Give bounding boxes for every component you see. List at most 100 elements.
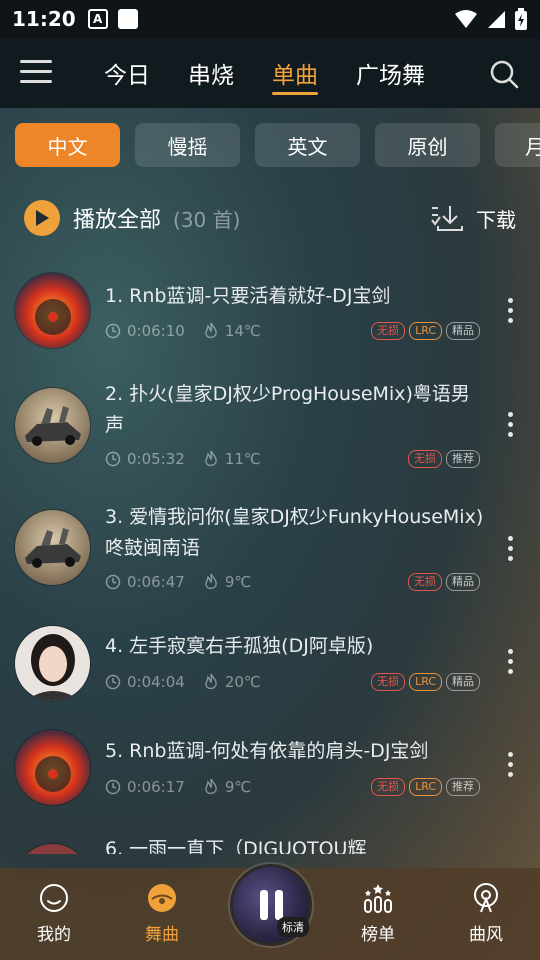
radio-icon [474, 883, 498, 913]
clock-icon [105, 779, 121, 795]
tag-recommended: 推荐 [446, 778, 480, 796]
notification-blank-icon [117, 9, 138, 29]
tag-lrc: LRC [409, 673, 442, 691]
song-duration: 0:06:47 [127, 573, 185, 591]
clock-icon [105, 451, 121, 467]
chip-english[interactable]: 英文 [255, 123, 360, 167]
nav-tabs: 今日 串烧 单曲 广场舞 [104, 38, 463, 108]
tab-genres[interactable]: 曲风 [436, 882, 536, 945]
tab-dance-music-label: 舞曲 [145, 925, 179, 945]
song-title: 2. 扑火(皇家DJ权少ProgHouseMix)粤语男声 [105, 383, 470, 436]
song-item[interactable]: 1. Rnb蓝调-只要活着就好-DJ宝剑 0:06:10 14℃ 无损 LRC … [0, 258, 540, 364]
download-button[interactable]: 下载 [430, 204, 516, 233]
chip-more[interactable]: 月 [495, 123, 540, 167]
song-heat: 14℃ [224, 322, 261, 340]
now-playing-disc[interactable]: 标清 [230, 864, 312, 946]
status-bar: 11:20 A [0, 0, 540, 38]
tab-today[interactable]: 今日 [104, 38, 150, 108]
tab-mine-label: 我的 [37, 925, 71, 945]
battery-icon [515, 8, 527, 30]
tab-genres-label: 曲风 [469, 925, 503, 945]
song-cover-portrait [15, 844, 90, 854]
song-count: (30 首) [173, 207, 241, 232]
category-chips: 中文 慢摇 英文 原创 月 [15, 123, 540, 169]
tab-charts[interactable]: 榜单 [328, 882, 428, 945]
wifi-icon [455, 10, 477, 28]
song-list: 1. Rnb蓝调-只要活着就好-DJ宝剑 0:06:10 14℃ 无损 LRC … [0, 258, 540, 854]
flame-icon [205, 573, 217, 590]
song-item[interactable]: 2. 扑火(皇家DJ权少ProgHouseMix)粤语男声 0:05:32 11… [0, 364, 540, 480]
song-item[interactable]: 3. 爱情我问你(皇家DJ权少FunkyHouseMix)咚鼓闽南语 0:06:… [0, 480, 540, 612]
song-heat: 9℃ [224, 573, 252, 591]
song-meta: 0:06:17 9℃ 无损 LRC 推荐 [105, 775, 480, 799]
top-nav: 今日 串烧 单曲 广场舞 [0, 38, 540, 108]
chart-icon [364, 884, 392, 913]
chip-chinese[interactable]: 中文 [15, 123, 120, 167]
song-cover-dj-music [15, 730, 90, 805]
tag-premium: 精品 [446, 673, 480, 691]
song-item[interactable]: 4. 左手寂寞右手孤独(DJ阿卓版) 0:04:04 20℃ 无损 LRC 精品 [0, 612, 540, 720]
song-item[interactable]: 6. 一雨一直下（DJGUOTOU辉 [0, 828, 540, 854]
menu-icon[interactable] [20, 60, 52, 86]
song-heat: 11℃ [224, 450, 261, 468]
song-cover-car [15, 388, 90, 463]
song-meta: 0:06:10 14℃ 无损 LRC 精品 [105, 319, 480, 343]
tag-lrc: LRC [409, 778, 442, 796]
tag-lrc: LRC [409, 322, 442, 340]
tag-lossless: 无损 [371, 778, 406, 796]
song-heat: 9℃ [224, 778, 252, 796]
chip-slow-rock[interactable]: 慢摇 [135, 123, 240, 167]
flame-icon [205, 450, 217, 467]
song-title: 3. 爱情我问你(皇家DJ权少FunkyHouseMix)咚鼓闽南语 [105, 506, 484, 559]
download-label: 下载 [476, 207, 516, 232]
song-item[interactable]: 5. Rnb蓝调-何处有依靠的肩头-DJ宝剑 0:06:17 9℃ 无损 LRC… [0, 720, 540, 828]
tab-dance-music[interactable]: 舞曲 [112, 882, 212, 945]
flame-icon [205, 778, 217, 795]
more-options-button[interactable] [504, 536, 516, 561]
tab-mine[interactable]: 我的 [4, 882, 104, 945]
download-icon [431, 206, 463, 231]
song-duration: 0:04:04 [127, 673, 185, 691]
song-cover-car [15, 510, 90, 585]
chip-original[interactable]: 原创 [375, 123, 480, 167]
disc-icon [148, 884, 176, 912]
play-all-button[interactable]: 播放全部 [73, 202, 161, 234]
status-icons [454, 8, 528, 30]
song-cover-dj-music [15, 273, 90, 348]
tab-medley[interactable]: 串烧 [188, 38, 234, 108]
tag-premium: 精品 [446, 322, 480, 340]
song-meta: 0:04:04 20℃ 无损 LRC 精品 [105, 670, 480, 694]
song-title: 5. Rnb蓝调-何处有依靠的肩头-DJ宝剑 [105, 740, 429, 762]
pause-icon[interactable] [259, 890, 283, 920]
status-time: 11:20 [12, 7, 76, 31]
song-duration: 0:05:32 [127, 450, 185, 468]
clock-icon [105, 323, 121, 339]
song-title: 4. 左手寂寞右手孤独(DJ阿卓版) [105, 635, 374, 657]
song-meta: 0:06:47 9℃ 无损 精品 [105, 570, 480, 594]
more-options-button[interactable] [504, 298, 516, 323]
tag-lossless: 无损 [408, 450, 442, 468]
song-duration: 0:06:17 [127, 778, 185, 796]
tag-lossless: 无损 [408, 573, 442, 591]
quality-badge[interactable]: 标清 [277, 917, 309, 937]
song-duration: 0:06:10 [127, 322, 185, 340]
tab-charts-label: 榜单 [361, 925, 395, 945]
more-options-button[interactable] [504, 752, 516, 777]
tab-square-dance[interactable]: 广场舞 [356, 38, 425, 108]
tag-lossless: 无损 [371, 322, 406, 340]
tag-recommended: 推荐 [446, 450, 480, 468]
smile-icon [40, 884, 68, 912]
search-icon[interactable] [488, 58, 520, 90]
tab-single[interactable]: 单曲 [272, 38, 318, 108]
play-all-icon[interactable] [24, 200, 60, 236]
flame-icon [205, 673, 217, 690]
clock-icon [105, 674, 121, 690]
song-title: 6. 一雨一直下（DJGUOTOU辉 [105, 838, 367, 854]
play-all-row: 播放全部 (30 首) 下载 [24, 196, 516, 240]
more-options-button[interactable] [504, 412, 516, 437]
tag-premium: 精品 [446, 573, 480, 591]
tag-lossless: 无损 [371, 673, 406, 691]
song-title: 1. Rnb蓝调-只要活着就好-DJ宝剑 [105, 285, 391, 307]
more-options-button[interactable] [504, 649, 516, 674]
signal-icon [488, 11, 505, 28]
